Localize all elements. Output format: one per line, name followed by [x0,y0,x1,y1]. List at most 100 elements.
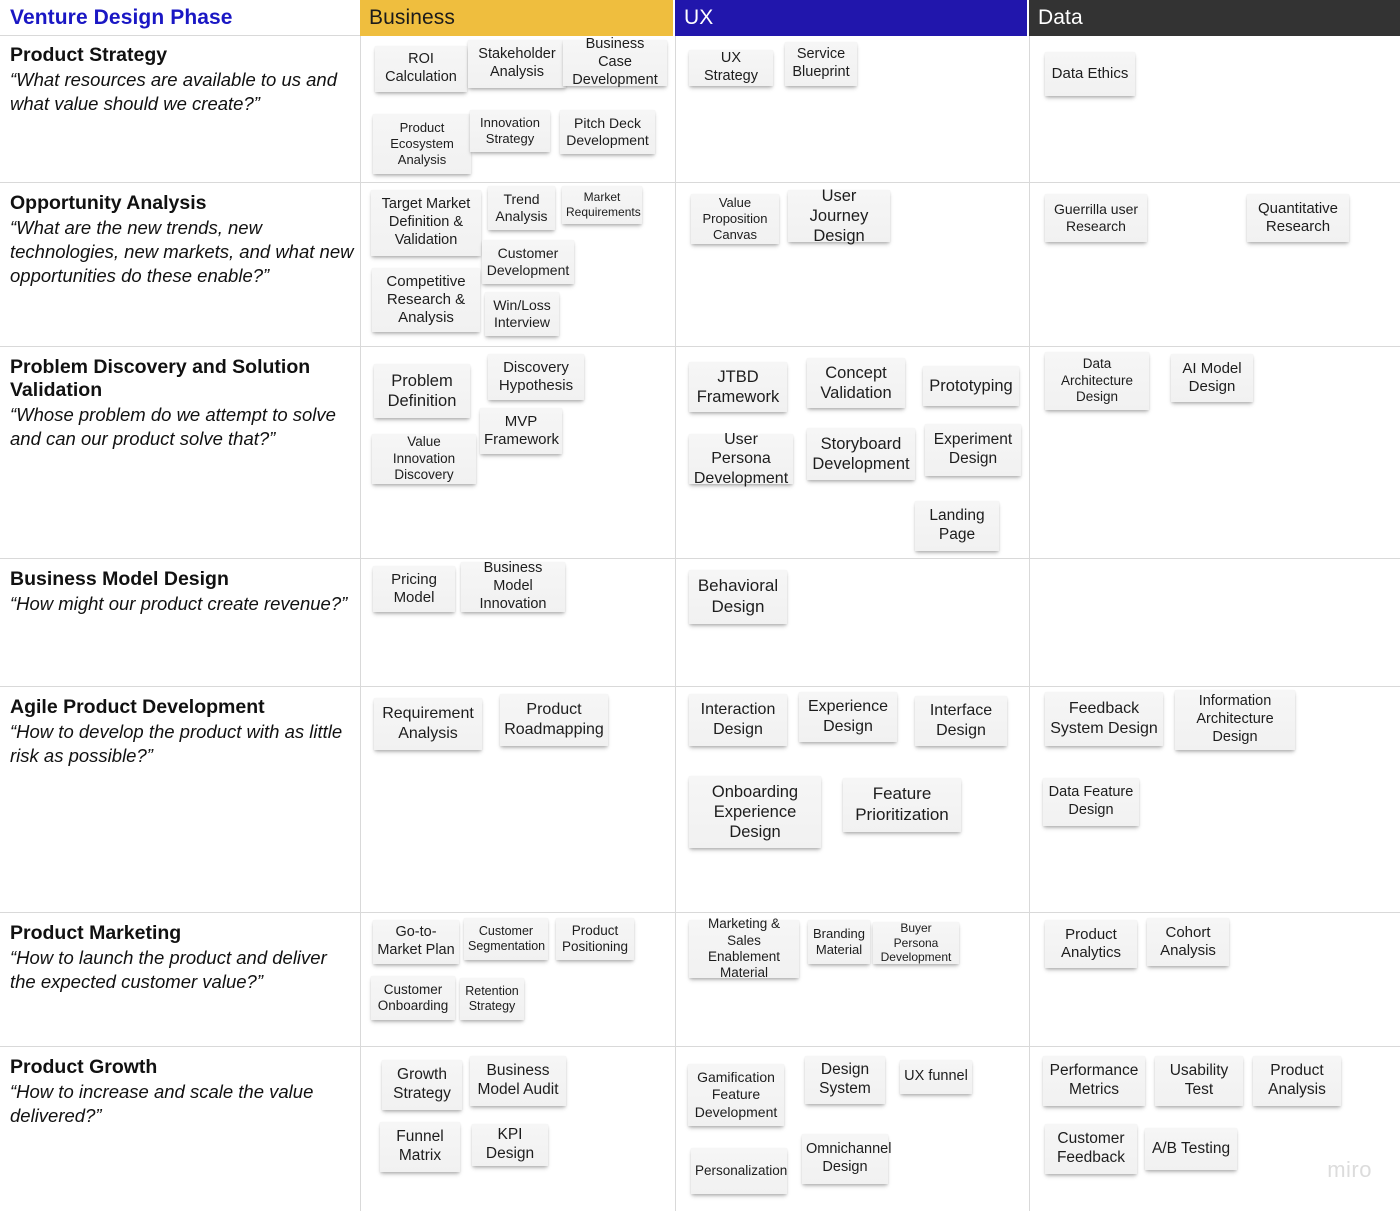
sticky-note[interactable]: Business Model Innovation [461,560,565,612]
sticky-note[interactable]: Feedback System Design [1045,692,1163,746]
sticky-note[interactable]: Business Model Audit [470,1056,566,1106]
sticky-note-label: Customer Development [486,244,570,278]
sticky-note[interactable]: Market Requirements [562,186,642,224]
sticky-note[interactable]: Product Positioning [556,918,634,960]
sticky-note[interactable]: UX Strategy [689,50,773,86]
sticky-note-label: Guerrilla user Research [1053,200,1139,234]
sticky-note-label: Onboarding Experience Design [711,782,799,842]
row-divider [0,1046,1400,1047]
phase-question: “What are the new trends, new technologi… [10,217,354,287]
sticky-note[interactable]: Growth Strategy [382,1060,462,1110]
sticky-note[interactable]: Competitive Research & Analysis [372,268,480,332]
sticky-note[interactable]: Storyboard Development [807,428,915,480]
sticky-note[interactable]: MVP Framework [480,408,562,454]
sticky-note-label: Pricing Model [391,570,437,606]
sticky-note[interactable]: Target Market Definition & Validation [371,190,481,256]
sticky-note[interactable]: Product Analysis [1253,1056,1341,1106]
sticky-note[interactable]: A/B Testing [1145,1128,1237,1170]
sticky-note-label: Concept Validation [820,363,892,402]
sticky-note[interactable]: Performance Metrics [1043,1056,1145,1106]
phase-title: Product Growth [10,1056,158,1078]
sticky-note[interactable]: Prototyping [923,366,1019,406]
miro-watermark: miro [1327,1157,1372,1182]
sticky-note-label: Behavioral Design [697,576,779,616]
sticky-note[interactable]: Interface Design [915,696,1007,746]
sticky-note[interactable]: Customer Segmentation [464,918,548,960]
phase-cell: Business Model Design “How might our prod… [10,568,355,616]
sticky-note[interactable]: Information Architecture Design [1175,690,1295,750]
sticky-note-label: KPI Design [485,1126,535,1162]
sticky-note[interactable]: Usability Test [1155,1056,1243,1106]
sticky-note-label: Buyer Persona Development [880,921,952,965]
sticky-note[interactable]: Retention Strategy [460,978,524,1020]
sticky-note[interactable]: Quantitative Research [1247,194,1349,242]
sticky-note[interactable]: Design System [805,1056,885,1104]
sticky-note[interactable]: Experiment Design [925,424,1021,476]
sticky-note[interactable]: Personalization [691,1148,787,1194]
sticky-note[interactable]: Value Innovation Discovery [372,434,476,484]
sticky-note[interactable]: Interaction Design [689,694,787,746]
sticky-note[interactable]: ROI Calculation [375,46,467,92]
sticky-note[interactable]: Problem Definition [374,364,470,418]
phase-title: Opportunity Analysis [10,192,207,214]
sticky-note-label: Gamification Feature Development [694,1069,778,1120]
sticky-note-label: Performance Metrics [1049,1062,1139,1098]
phase-cell: Opportunity Analysis “What are the new tr… [10,192,355,288]
sticky-note[interactable]: Product Roadmapping [500,694,608,746]
sticky-note[interactable]: Experience Design [799,692,897,742]
header-cell-phase: Venture Design Phase [0,0,360,36]
sticky-note[interactable]: Funnel Matrix [380,1122,460,1172]
sticky-note-label: Storyboard Development [812,434,910,473]
sticky-note[interactable]: Win/Loss Interview [485,292,559,336]
sticky-note[interactable]: User Persona Development [689,431,793,487]
sticky-note[interactable]: Guerrilla user Research [1045,194,1147,242]
phase-title: Product Marketing [10,922,182,944]
sticky-note-label: Interaction Design [700,701,776,738]
sticky-note[interactable]: Customer Onboarding [371,976,455,1020]
sticky-note[interactable]: Go-to-Market Plan [373,920,459,964]
sticky-note-label: Funnel Matrix [396,1128,444,1164]
sticky-note[interactable]: Pitch Deck Development [560,110,655,154]
sticky-note[interactable]: Discovery Hypothesis [488,354,584,400]
sticky-note[interactable]: Product Ecosystem Analysis [373,114,471,174]
sticky-note[interactable]: UX funnel [900,1060,972,1094]
sticky-note[interactable]: Service Blueprint [785,42,857,86]
sticky-note-label: Growth Strategy [393,1066,451,1102]
sticky-note[interactable]: AI Model Design [1171,354,1253,402]
sticky-note[interactable]: Branding Material [808,920,870,964]
sticky-note[interactable]: Gamification Feature Development [688,1064,784,1126]
sticky-note-label: Customer Segmentation [468,923,546,953]
sticky-note[interactable]: Pricing Model [373,566,455,612]
header-underline [0,35,360,36]
sticky-note[interactable]: Business Case Development [563,36,667,88]
sticky-note[interactable]: Feature Prioritization [843,778,961,832]
sticky-note[interactable]: Concept Validation [807,358,905,408]
sticky-note[interactable]: Requirement Analysis [374,698,482,750]
sticky-note[interactable]: Customer Feedback [1045,1124,1137,1174]
sticky-note[interactable]: Behavioral Design [689,570,787,624]
sticky-note[interactable]: Marketing & Sales Enablement Material [689,916,799,980]
phase-cell: Agile Product Development “How to develop… [10,696,355,768]
sticky-note[interactable]: Data Architecture Design [1045,352,1149,410]
sticky-note[interactable]: Customer Development [482,240,574,284]
column-divider-0 [360,36,361,1211]
sticky-note[interactable]: Data Feature Design [1043,778,1139,826]
sticky-note[interactable]: Trend Analysis [488,186,555,230]
sticky-note-label: UX Strategy [704,50,758,84]
sticky-note[interactable]: Data Ethics [1045,52,1135,96]
sticky-note[interactable]: Value Proposition Canvas [691,194,779,244]
sticky-note[interactable]: Omnichannel Design [802,1134,891,1184]
sticky-note[interactable]: Stakeholder Analysis [468,40,566,88]
sticky-note[interactable]: Buyer Persona Development [873,921,959,965]
sticky-note[interactable]: Product Analytics [1045,920,1137,968]
sticky-note-label: Win/Loss Interview [493,296,551,330]
phase-title: Business Model Design [10,568,229,590]
sticky-note[interactable]: Onboarding Experience Design [689,776,821,848]
sticky-note[interactable]: KPI Design [472,1124,548,1166]
sticky-note-label: Trend Analysis [495,190,548,224]
sticky-note[interactable]: Innovation Strategy [470,110,550,152]
sticky-note[interactable]: JTBD Framework [689,362,787,412]
sticky-note[interactable]: User Journey Design [788,187,890,245]
sticky-note[interactable]: Cohort Analysis [1147,918,1229,966]
sticky-note[interactable]: Landing Page [915,501,999,551]
